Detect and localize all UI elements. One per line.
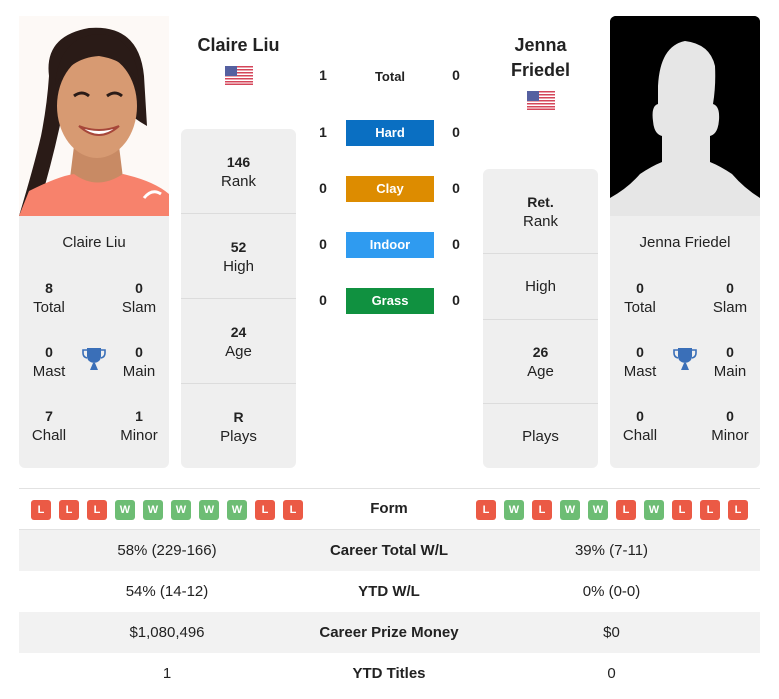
form-badge-win: W: [115, 500, 135, 520]
h2h-grass-p2: 0: [452, 292, 460, 308]
form-badge-loss: L: [700, 500, 720, 520]
form-badge-loss: L: [255, 500, 275, 520]
comparison-row: $1,080,496 Career Prize Money $0: [19, 612, 760, 653]
comparison-p2-value: 0: [607, 665, 616, 682]
us-flag-icon: [527, 91, 555, 110]
player2-first-name: Jenna: [514, 35, 567, 55]
player1-name-title[interactable]: Claire Liu: [181, 33, 296, 58]
us-flag-icon: [225, 66, 253, 85]
player2-photo: [610, 16, 760, 216]
comparison-p2-value: 39% (7-11): [574, 542, 649, 559]
player2-title-total: 0 Total: [624, 280, 656, 316]
comparison-row: 58% (229-166) Career Total W/L 39% (7-11): [19, 530, 760, 571]
form-badge-win: W: [227, 500, 247, 520]
surface-badge-clay: Clay: [346, 176, 434, 202]
form-badge-loss: L: [476, 500, 496, 520]
player2-high: High: [525, 278, 556, 295]
h2h-hard-p1: 1: [319, 124, 327, 140]
player2-titles-card: Jenna Friedel 0 Total 0 Slam 0 Mast 0 Main 0…: [610, 216, 760, 468]
form-badge-loss: L: [59, 500, 79, 520]
player2-flag: [527, 91, 555, 115]
form-badge-win: W: [199, 500, 219, 520]
player2-plays: Plays: [522, 428, 559, 445]
form-badge-loss: L: [283, 500, 303, 520]
player1-photo: [19, 16, 169, 216]
h2h-total-label: Total: [374, 69, 406, 84]
player1-flag: [225, 66, 253, 90]
player2-title-chall: 0 Chall: [622, 408, 658, 444]
surface-badge-hard: Hard: [346, 120, 434, 146]
comparison-p1-value: 1: [162, 665, 172, 682]
player2-rank: Ret. Rank: [522, 194, 559, 230]
player1-title-chall: 7 Chall: [31, 408, 67, 444]
divider: [483, 403, 598, 404]
comparison-p2-value: 0% (0-0): [582, 583, 641, 600]
form-badge-win: W: [171, 500, 191, 520]
comparison-label: Career Prize Money: [319, 624, 459, 641]
comparison-label: Career Total W/L: [329, 542, 449, 559]
player2-silhouette-image: [610, 16, 760, 216]
h2h-total-p2: 0: [452, 67, 460, 83]
divider: [483, 253, 598, 254]
player1-high: 52 High: [223, 239, 254, 275]
player1-titles-card: Claire Liu 8 Total 0 Slam 0 Mast 0 Main 7 Cha…: [19, 216, 169, 468]
comparison-row: 54% (14-12) YTD W/L 0% (0-0): [19, 571, 760, 612]
h2h-clay-p1: 0: [319, 180, 327, 196]
form-badge-win: W: [588, 500, 608, 520]
comparison-label: YTD W/L: [358, 583, 420, 600]
form-badge-loss: L: [87, 500, 107, 520]
player1-rank: 146 Rank: [220, 154, 257, 190]
form-badge-loss: L: [31, 500, 51, 520]
form-badge-loss: L: [616, 500, 636, 520]
comparison-label: YTD Titles: [352, 665, 426, 682]
h2h-clay-p2: 0: [452, 180, 460, 196]
divider: [483, 319, 598, 320]
divider: [181, 213, 296, 214]
h2h-grass-p1: 0: [319, 292, 327, 308]
player2-title-mast: 0 Mast: [623, 344, 657, 380]
comparison-p1-value: 58% (229-166): [117, 542, 217, 559]
h2h-indoor-p2: 0: [452, 236, 460, 252]
comparison-p2-value: $0: [603, 624, 620, 641]
surface-badge-grass: Grass: [346, 288, 434, 314]
h2h-hard-p2: 0: [452, 124, 460, 140]
form-badge-loss: L: [728, 500, 748, 520]
player1-plays: R Plays: [220, 409, 257, 445]
trophy-icon: [82, 346, 106, 377]
h2h-total-p1: 1: [319, 67, 327, 83]
trophy-icon: [673, 346, 697, 377]
player1-title-main: 0 Main: [122, 344, 156, 380]
divider: [181, 298, 296, 299]
player2-title-main: 0 Main: [713, 344, 747, 380]
form-badge-win: W: [560, 500, 580, 520]
player1-card-name[interactable]: Claire Liu: [19, 233, 169, 253]
player2-age: 26 Age: [527, 344, 554, 380]
player1-title-minor: 1 Minor: [120, 408, 158, 444]
form-badge-loss: L: [532, 500, 552, 520]
divider: [181, 383, 296, 384]
player1-portrait-image: [19, 16, 169, 216]
divider: [19, 488, 760, 489]
form-badge-win: W: [504, 500, 524, 520]
h2h-indoor-p1: 0: [319, 236, 327, 252]
form-label: Form: [370, 500, 408, 517]
form-badge-win: W: [143, 500, 163, 520]
player1-title-mast: 0 Mast: [32, 344, 66, 380]
surface-badge-indoor: Indoor: [346, 232, 434, 258]
player2-last-name: Friedel: [510, 60, 571, 80]
form-badge-win: W: [644, 500, 664, 520]
player2-info-card: Ret. Rank High 26 Age Plays: [483, 169, 598, 468]
player1-info-card: 146 Rank 52 High 24 Age R Plays: [181, 129, 296, 468]
player1-title-slam: 0 Slam: [121, 280, 157, 316]
comparison-p1-value: $1,080,496: [129, 624, 205, 641]
player1-age: 24 Age: [225, 324, 252, 360]
comparison-row: 1 YTD Titles 0: [19, 653, 760, 694]
form-badge-loss: L: [672, 500, 692, 520]
player2-card-name[interactable]: Jenna Friedel: [610, 233, 760, 253]
player1-title-total: 8 Total: [33, 280, 65, 316]
player2-title-minor: 0 Minor: [711, 408, 749, 444]
player2-title-slam: 0 Slam: [712, 280, 748, 316]
comparison-p1-value: 54% (14-12): [125, 583, 209, 600]
player2-name-title[interactable]: Jenna Friedel: [483, 33, 598, 83]
